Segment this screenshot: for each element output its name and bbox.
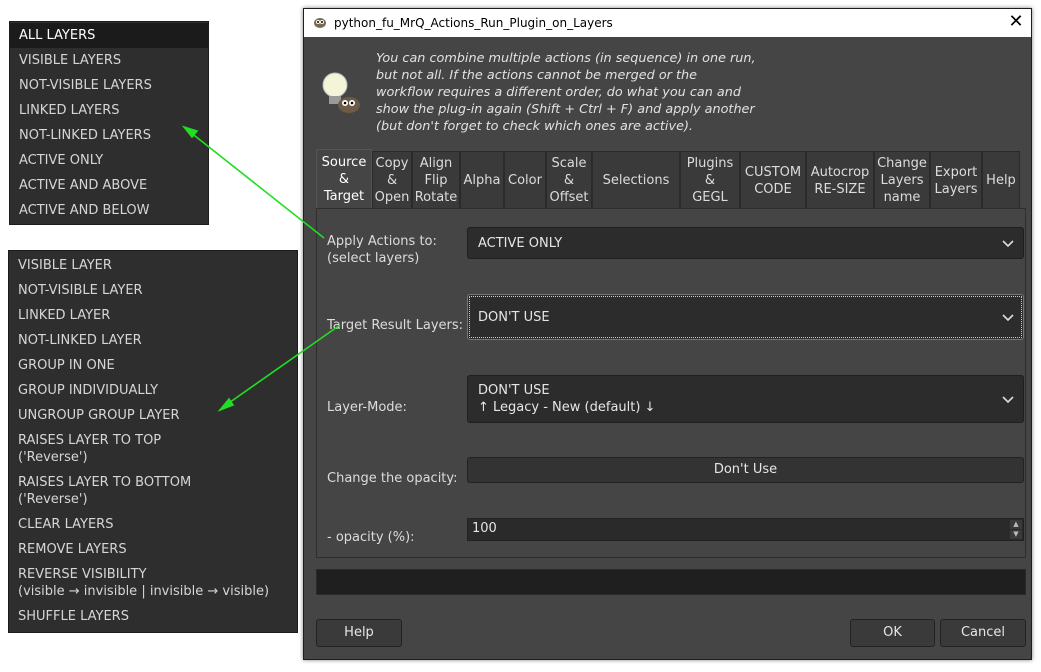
arrow-to-bottom-menu: [217, 324, 341, 412]
arrow-to-top-menu: [181, 125, 325, 239]
annotation-arrows: [181, 125, 341, 412]
